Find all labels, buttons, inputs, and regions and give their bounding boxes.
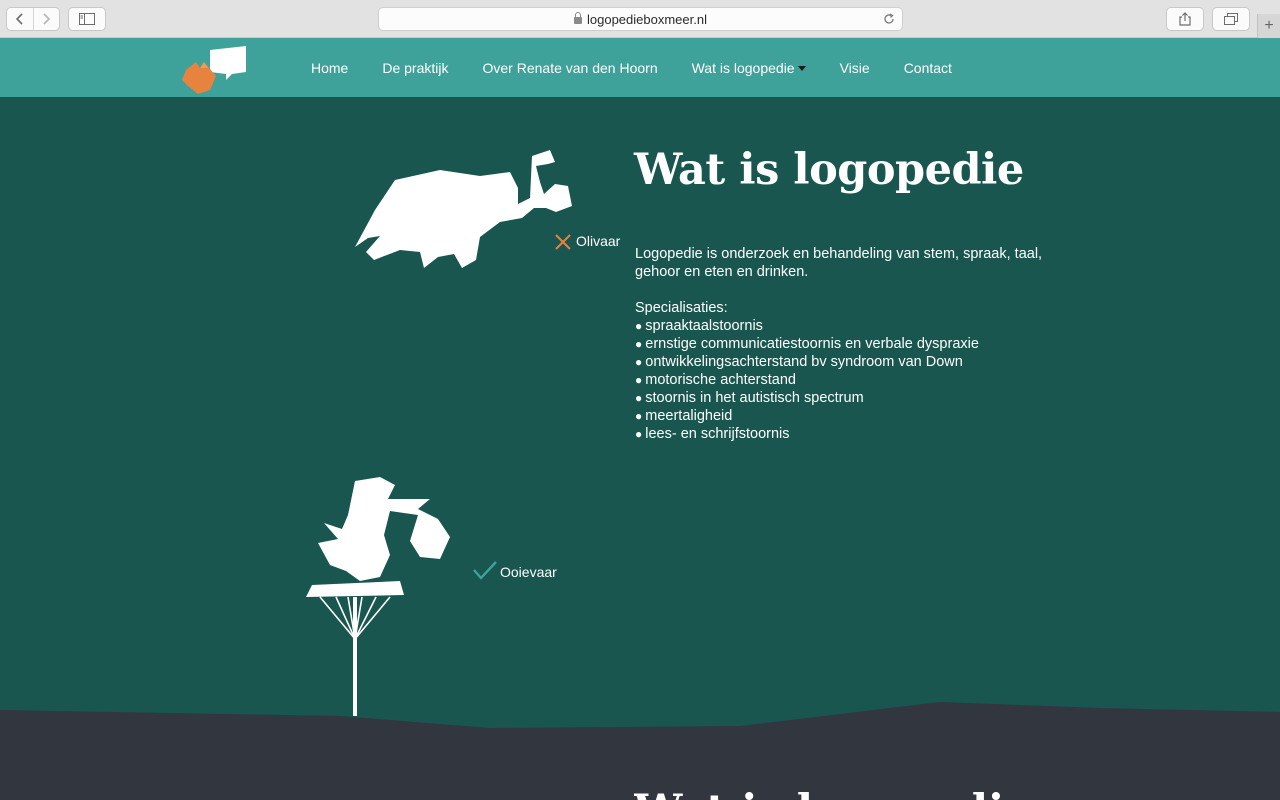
list-item: ontwikkelingsachterstand bv syndroom van… bbox=[635, 353, 1055, 371]
history-nav bbox=[6, 7, 60, 31]
content-text: Logopedie is onderzoek en behandeling va… bbox=[635, 245, 1055, 443]
list-item: spraaktaalstoornis bbox=[635, 317, 1055, 335]
tabs-icon bbox=[1224, 13, 1238, 25]
main-content: Olivaar Ooievaar Wat is logopedie Logope… bbox=[0, 97, 1280, 800]
list-item: stoornis in het autistisch spectrum bbox=[635, 389, 1055, 407]
chevron-left-icon bbox=[15, 13, 23, 25]
back-button[interactable] bbox=[7, 8, 33, 30]
next-section-title: Wat is logopedie bbox=[634, 786, 1032, 800]
browser-toolbar: logopedieboxmeer.nl + bbox=[0, 0, 1280, 38]
specialisaties-list: spraaktaalstoornis ernstige communicatie… bbox=[635, 317, 1055, 443]
site-header: Home De praktijk Over Renate van den Hoo… bbox=[0, 38, 1280, 97]
share-icon bbox=[1179, 12, 1191, 26]
nav-home-label: Home bbox=[311, 59, 349, 76]
nav-wat-is-logopedie[interactable]: Wat is logopedie bbox=[692, 60, 806, 76]
new-tab-button[interactable]: + bbox=[1257, 14, 1280, 38]
specialisaties-title: Specialisaties: bbox=[635, 300, 728, 316]
elephant-illustration bbox=[355, 150, 572, 268]
lock-icon bbox=[574, 11, 582, 24]
address-bar[interactable]: logopedieboxmeer.nl bbox=[378, 7, 903, 31]
logo[interactable] bbox=[180, 42, 252, 94]
main-nav: Home De praktijk Over Renate van den Hoo… bbox=[311, 38, 986, 97]
caret-down-icon bbox=[797, 65, 806, 71]
url-text: logopedieboxmeer.nl bbox=[587, 11, 707, 27]
list-item: motorische achterstand bbox=[635, 371, 1055, 389]
reload-icon[interactable] bbox=[883, 13, 895, 25]
nav-contact[interactable]: Contact bbox=[904, 60, 952, 76]
cross-icon bbox=[555, 234, 571, 250]
section-divider bbox=[0, 702, 1280, 800]
list-item: meertaligheid bbox=[635, 407, 1055, 425]
nav-visie[interactable]: Visie bbox=[840, 60, 870, 76]
intro-paragraph: Logopedie is onderzoek en behandeling va… bbox=[635, 246, 1043, 280]
check-icon bbox=[473, 561, 497, 580]
nav-visie-label: Visie bbox=[839, 59, 870, 76]
list-item: lees- en schrijfstoornis bbox=[635, 425, 1055, 443]
chevron-right-icon bbox=[43, 13, 51, 25]
sidebar-button[interactable] bbox=[68, 7, 106, 31]
nav-contact-label: Contact bbox=[903, 59, 952, 76]
page-title: Wat is logopedie bbox=[634, 145, 1024, 195]
stork-illustration bbox=[306, 477, 450, 716]
nav-wat-is-logopedie-label: Wat is logopedie bbox=[691, 59, 795, 76]
nav-de-praktijk[interactable]: De praktijk bbox=[382, 60, 448, 76]
share-button[interactable] bbox=[1166, 7, 1204, 31]
ooievaar-label: Ooievaar bbox=[500, 564, 557, 580]
plus-icon: + bbox=[1264, 17, 1274, 34]
nav-over-renate[interactable]: Over Renate van den Hoorn bbox=[483, 60, 658, 76]
olivaar-label: Olivaar bbox=[576, 233, 621, 249]
show-tabs-button[interactable] bbox=[1212, 7, 1250, 31]
forward-button[interactable] bbox=[32, 8, 59, 30]
sidebar-icon bbox=[79, 13, 95, 25]
nav-home[interactable]: Home bbox=[311, 60, 348, 76]
nav-de-praktijk-label: De praktijk bbox=[382, 59, 449, 76]
nav-over-renate-label: Over Renate van den Hoorn bbox=[482, 59, 658, 76]
list-item: ernstige communicatiestoornis en verbale… bbox=[635, 335, 1055, 353]
